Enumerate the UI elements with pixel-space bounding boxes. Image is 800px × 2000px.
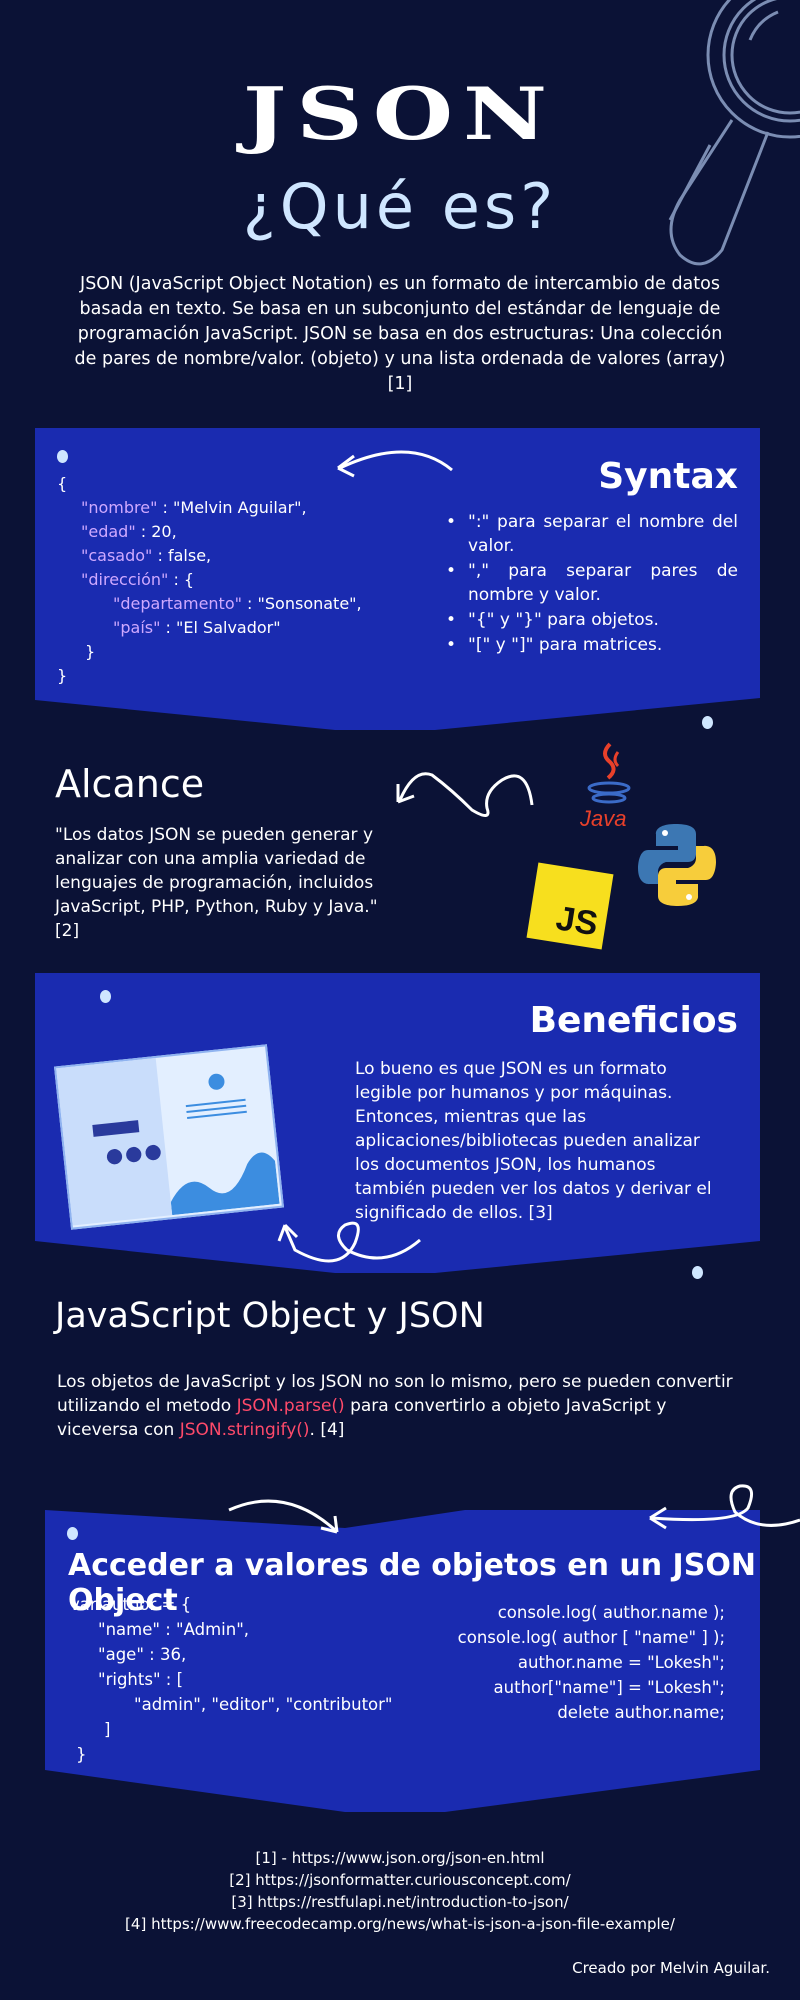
syntax-bullet-list: ":" para separar el nombre del valor. ",… [446,510,738,658]
decor-dot [67,1527,78,1540]
code-line: } [57,666,68,685]
page-title: JSON [242,72,558,157]
footer-credit: Creado por Melvin Aguilar. [572,1959,770,1977]
code-line: console.log( author.name ); [497,1603,725,1622]
loop-arrow-icon [277,1221,421,1263]
references: [1] - https://www.json.org/json-en.html … [0,1847,800,1935]
code-line: "name" : "Admin", [98,1620,250,1639]
code-value: : "El Salvador" [160,618,281,637]
intro-text: JSON (JavaScript Object Notation) es un … [74,274,726,394]
decor-dot [57,450,68,463]
decor-dot [702,716,713,729]
js-label: JS [553,899,601,944]
alcance-title: Alcance [55,762,205,806]
list-item: "," para separar pares de nombre y valor… [446,559,738,607]
code-key: "país" [113,618,161,637]
code-line: } [85,642,96,661]
list-item: "[" y "]" para matrices. [446,633,738,657]
page-subtitle: ¿Qué es? [242,170,558,243]
arc-arrow-icon [228,1499,339,1534]
code-value: : false, [152,546,212,565]
code-line: var author = { [70,1595,192,1614]
code-line: "país" : "El Salvador" [57,616,427,640]
javascript-logo: JS [526,862,614,950]
code-key: "edad" [81,522,136,541]
browser-illustration: ●●● [54,1044,284,1230]
list-item: ":" para separar el nombre del valor. [446,510,738,558]
syntax-title: Syntax [598,456,738,497]
decor-dot [100,990,111,1003]
json-stringify-method: JSON.stringify() [179,1420,310,1440]
code-line: "rights" : [ [98,1670,184,1689]
decor-dot [692,1266,703,1279]
java-cup-icon [587,742,631,804]
code-line: "dirección" : { [57,568,427,592]
code-line: { [57,474,68,493]
code-line: delete author.name; [557,1703,725,1722]
code-value: : "Melvin Aguilar", [157,498,307,517]
code-line: "departamento" : "Sonsonate", [57,592,427,616]
code-line: "nombre" : "Melvin Aguilar", [57,496,427,520]
reference-link[interactable]: [3] https://restfulapi.net/introduction-… [0,1891,800,1913]
reference-link[interactable]: [2] https://jsonformatter.curiousconcept… [0,1869,800,1891]
code-line: author["name"] = "Lokesh"; [493,1678,725,1697]
syntax-code-block: { "nombre" : "Melvin Aguilar", "edad" : … [57,472,427,688]
code-line: console.log( author [ "name" ] ); [457,1628,725,1647]
js-object-title: JavaScript Object y JSON [55,1296,485,1336]
illustration-wave [170,1152,280,1216]
alcance-text: "Los datos JSON se pueden generar y anal… [55,825,378,941]
code-value: : "Sonsonate", [241,594,362,613]
code-line: "admin", "editor", "contributor" [134,1695,393,1714]
squiggle-arrow-icon [396,772,534,817]
code-line: "casado" : false, [57,544,427,568]
illustration-circle [207,1072,226,1091]
js-object-text: Los objetos de JavaScript y los JSON no … [57,1370,747,1442]
code-key: "casado" [81,546,153,565]
code-value: : 20, [135,522,177,541]
code-value: : { [168,570,195,589]
illustration-lines [185,1098,246,1108]
acceder-left-code: var author = { "name" : "Admin", "age" :… [70,1592,440,1767]
curl-arrow-icon [649,1484,800,1530]
json-parse-method: JSON.parse() [236,1396,345,1416]
java-label: Java [580,806,627,831]
code-key: "departamento" [113,594,242,613]
reference-link[interactable]: [1] - https://www.json.org/json-en.html [0,1847,800,1869]
code-line: "age" : 36, [98,1645,187,1664]
code-key: "nombre" [81,498,158,517]
code-key: "dirección" [81,570,169,589]
js-object-text-c: . [4] [309,1420,345,1440]
code-line: "edad" : 20, [57,520,427,544]
acceder-right-code: console.log( author.name ); console.log(… [420,1600,725,1725]
code-line: ] [104,1720,111,1739]
code-line: } [76,1745,87,1764]
reference-link[interactable]: [4] https://www.freecodecamp.org/news/wh… [0,1913,800,1935]
python-logo-icon [638,824,716,906]
list-item: "{" y "}" para objetos. [446,608,738,632]
beneficios-title: Beneficios [529,1000,738,1041]
code-line: author.name = "Lokesh"; [517,1653,725,1672]
